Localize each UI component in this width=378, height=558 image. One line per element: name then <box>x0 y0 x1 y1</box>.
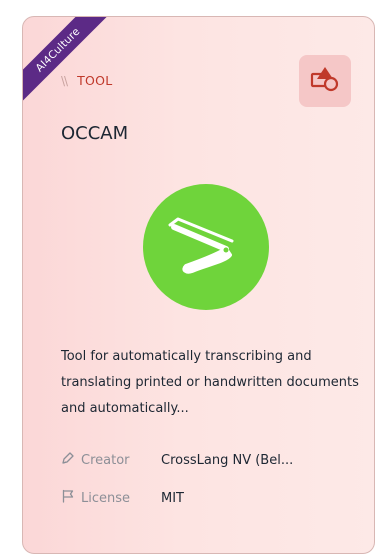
resource-card[interactable]: AI4Culture \\ TOOL OCCAM Tool for automa… <box>22 16 375 554</box>
creator-label: Creator <box>81 452 130 468</box>
resource-logo <box>143 184 269 310</box>
creator-label-group: Creator <box>61 451 161 469</box>
category-separator: \\ <box>61 73 68 88</box>
resource-title[interactable]: OCCAM <box>61 123 128 144</box>
flag-icon <box>61 489 75 507</box>
license-row: License MIT <box>61 489 184 507</box>
creator-row: Creator CrossLang NV (Bel... <box>61 451 293 469</box>
license-label-group: License <box>61 489 161 507</box>
license-label: License <box>81 490 131 506</box>
category-tag: \\ TOOL <box>61 73 113 88</box>
razor-icon <box>166 215 246 279</box>
corner-ribbon: AI4Culture <box>23 17 133 127</box>
category-label: TOOL <box>77 73 113 88</box>
resource-description: Tool for automatically transcribing and … <box>61 349 359 416</box>
type-badge <box>299 55 351 107</box>
shapes-icon <box>310 65 340 97</box>
creator-value: CrossLang NV (Bel... <box>161 452 294 468</box>
ribbon-label: AI4Culture <box>23 17 119 111</box>
pen-icon <box>61 451 75 469</box>
license-value: MIT <box>161 490 184 506</box>
